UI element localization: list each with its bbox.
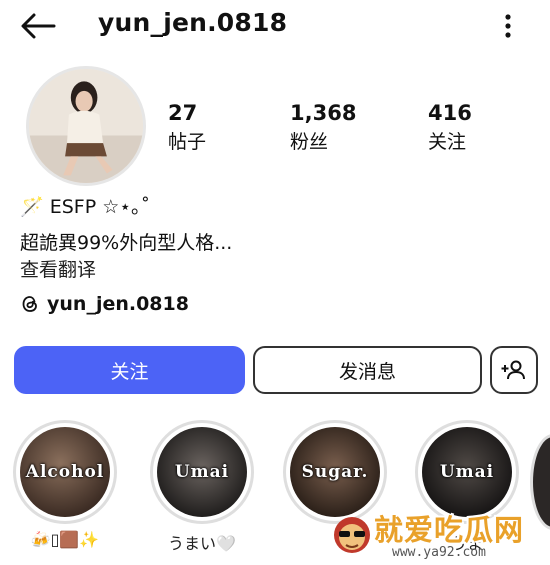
bio-line-1: 🪄 ESFP ☆⋆｡˚ (20, 196, 151, 218)
site-watermark: 就爱吃瓜网 www.ya92.com (330, 505, 550, 565)
watermark-text: 就爱吃瓜网 (374, 513, 525, 547)
more-options-icon[interactable] (500, 12, 516, 40)
top-bar: yun_jen.0818 (0, 0, 550, 52)
suggest-user-button[interactable] (490, 346, 538, 394)
stat-following[interactable]: 416 关注 (428, 100, 472, 156)
stat-posts-value: 27 (168, 101, 198, 125)
highlight-ring: Alcohol (13, 420, 117, 524)
stat-followers[interactable]: 1,368 粉丝 (290, 100, 356, 156)
highlight-cover: Umai (157, 427, 247, 517)
threads-handle: yun_jen.0818 (47, 293, 189, 315)
profile-username: yun_jen.0818 (98, 8, 288, 37)
add-user-icon (501, 360, 525, 380)
highlight-cover: Sugar. (290, 427, 380, 517)
stat-followers-label: 粉丝 (290, 131, 329, 153)
back-arrow-icon[interactable] (18, 10, 58, 42)
profile-avatar[interactable] (26, 66, 146, 186)
follow-button[interactable]: 关注 (14, 346, 245, 394)
bio-line-2: 超詭異99%外向型人格... (20, 232, 233, 254)
highlight-cover: Umai (422, 427, 512, 517)
stat-following-value: 416 (428, 101, 472, 125)
stat-followers-value: 1,368 (290, 101, 357, 125)
avatar-photo (29, 69, 143, 183)
highlight-item[interactable]: Umai うまい🤍 (147, 420, 257, 554)
see-translation-link[interactable]: 查看翻译 (20, 255, 96, 282)
watermark-mascot-icon (334, 517, 370, 553)
threads-link[interactable]: yun_jen.0818 (20, 293, 189, 315)
watermark-url: www.ya92.com (392, 545, 486, 560)
highlight-item[interactable]: Alcohol 🍻▯🟫✨ (10, 420, 120, 549)
stat-posts[interactable]: 27 帖子 (168, 100, 206, 156)
highlight-ring: Umai (150, 420, 254, 524)
highlight-label: うまい🤍 (168, 534, 236, 553)
stat-following-label: 关注 (428, 131, 467, 153)
highlight-label: 🍻▯🟫✨ (30, 530, 100, 549)
threads-icon (22, 296, 37, 312)
message-button[interactable]: 发消息 (253, 346, 482, 394)
highlight-cover: Alcohol (20, 427, 110, 517)
stat-posts-label: 帖子 (168, 131, 207, 153)
